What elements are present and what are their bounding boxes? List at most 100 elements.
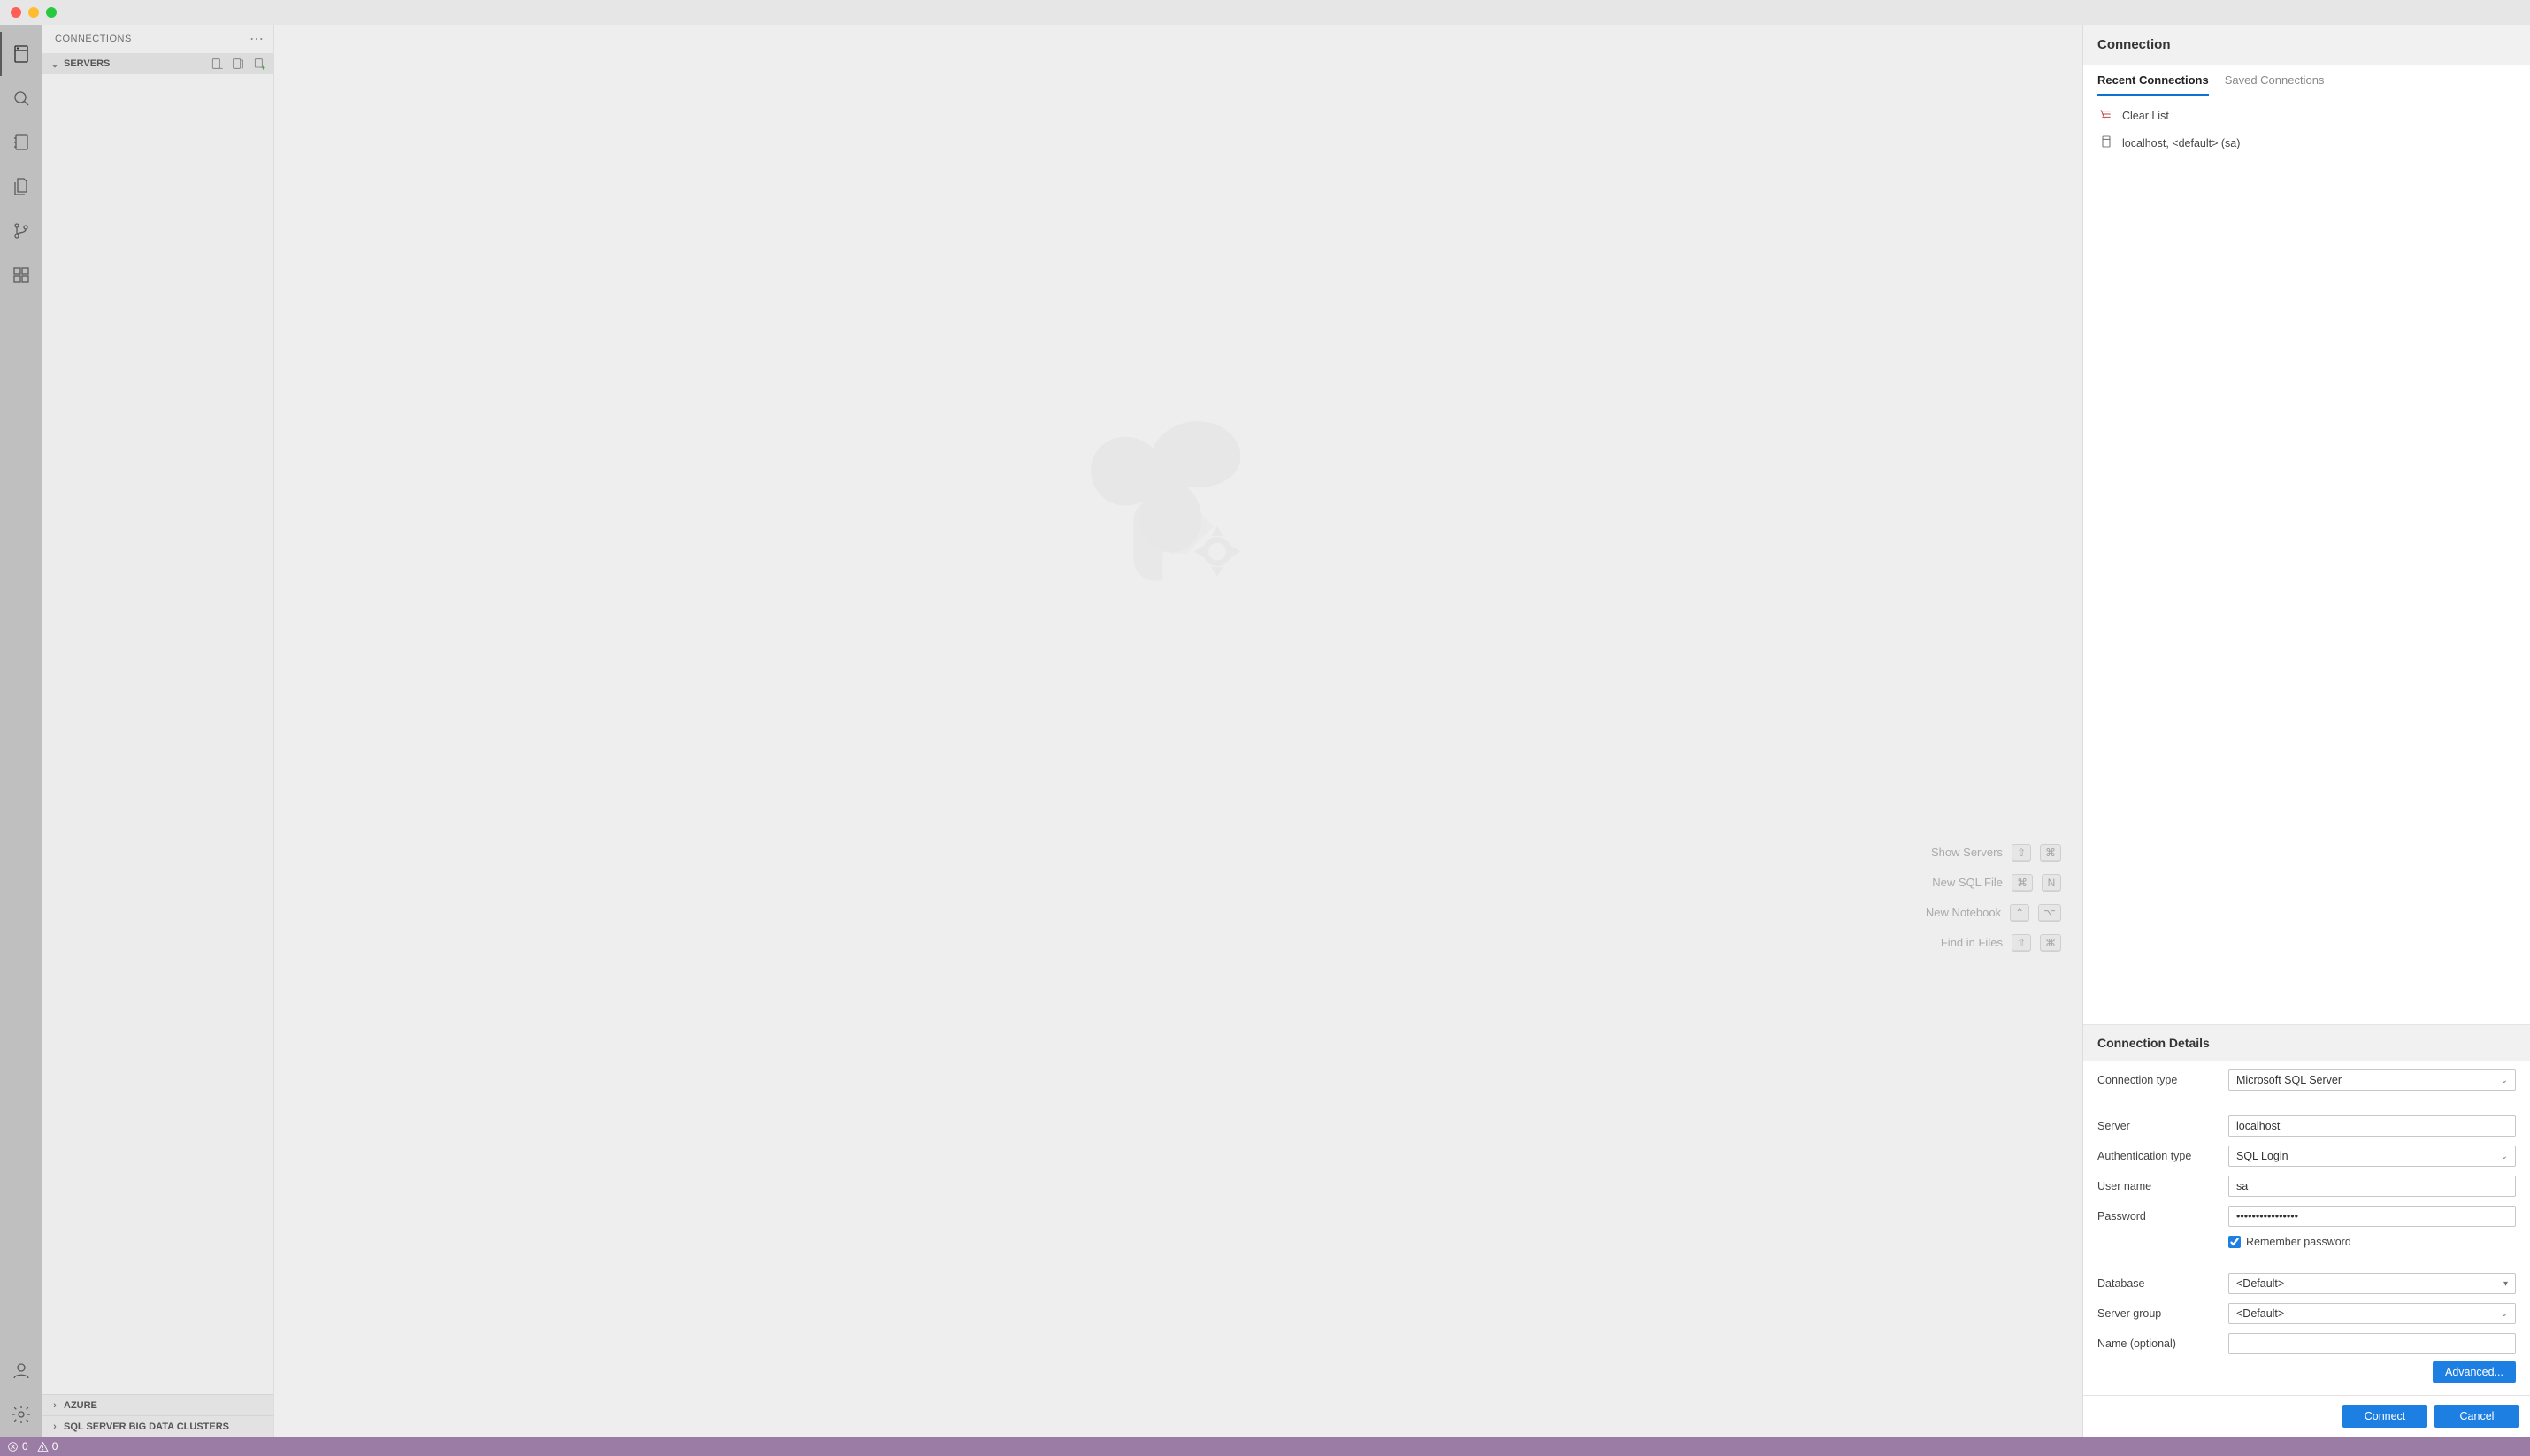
qa-new-sql[interactable]: New SQL File ⌘ N — [1932, 874, 2061, 892]
window-maximize[interactable] — [46, 7, 57, 18]
chevron-down-icon: ⌄ — [2501, 1309, 2508, 1319]
servers-tree — [42, 74, 273, 1394]
connection-details-title: Connection Details — [2083, 1024, 2530, 1061]
branch-icon — [11, 220, 32, 241]
caret-down-icon: ▾ — [2503, 1279, 2508, 1289]
key-ctrl: ⌃ — [2010, 904, 2029, 922]
activity-explorer[interactable] — [0, 165, 42, 209]
activity-source-control[interactable] — [0, 209, 42, 253]
watermark-logo — [1081, 405, 1276, 604]
select-value: SQL Login — [2236, 1150, 2288, 1162]
clear-list-label: Clear List — [2122, 110, 2169, 122]
qa-label: New Notebook — [1926, 906, 2001, 919]
chevron-down-icon: ⌄ — [2501, 1152, 2508, 1161]
section-label: SERVERS — [64, 58, 110, 69]
database-select[interactable]: <Default> ▾ — [2228, 1273, 2516, 1294]
sidebar-header: CONNECTIONS ⋯ — [42, 25, 273, 53]
error-icon — [7, 1441, 19, 1452]
username-input[interactable] — [2228, 1176, 2516, 1197]
titlebar — [0, 0, 2530, 25]
connection-type-select[interactable]: Microsoft SQL Server ⌄ — [2228, 1069, 2516, 1091]
status-errors[interactable]: 0 — [7, 1440, 28, 1452]
key-cmd: ⌘ — [2040, 934, 2061, 952]
quick-actions: Show Servers ⇧ ⌘ New SQL File ⌘ N New No… — [1926, 844, 2061, 952]
select-value: Microsoft SQL Server — [2236, 1074, 2342, 1086]
status-bar: 0 0 — [0, 1437, 2530, 1456]
sidebar-more-icon[interactable]: ⋯ — [249, 30, 264, 48]
connection-form: Connection type Microsoft SQL Server ⌄ S… — [2083, 1061, 2530, 1354]
label-connection-type: Connection type — [2097, 1074, 2220, 1086]
recent-connections-list: Clear List localhost, <default> (sa) — [2083, 96, 2530, 162]
activity-search[interactable] — [0, 76, 42, 120]
cancel-button[interactable]: Cancel — [2434, 1405, 2519, 1428]
server-icon — [2099, 134, 2113, 151]
chevron-right-icon: › — [50, 1422, 60, 1432]
qa-new-notebook[interactable]: New Notebook ⌃ ⌥ — [1926, 904, 2061, 922]
select-value: <Default> — [2236, 1277, 2284, 1290]
new-connection-plus-icon[interactable] — [252, 57, 266, 71]
qa-find-files[interactable]: Find in Files ⇧ ⌘ — [1941, 934, 2061, 952]
chevron-down-icon: ⌄ — [2501, 1076, 2508, 1085]
activity-accounts[interactable] — [0, 1348, 42, 1392]
connect-button[interactable]: Connect — [2342, 1405, 2427, 1428]
remember-password-label: Remember password — [2246, 1236, 2351, 1248]
name-input[interactable] — [2228, 1333, 2516, 1354]
chevron-down-icon: ⌄ — [50, 58, 60, 69]
extensions-icon — [11, 264, 32, 286]
window-close[interactable] — [11, 7, 21, 18]
label-password: Password — [2097, 1210, 2220, 1222]
connection-tabs: Recent Connections Saved Connections — [2083, 65, 2530, 96]
connection-title: Connection — [2083, 25, 2530, 65]
activity-settings[interactable] — [0, 1392, 42, 1437]
warning-icon — [37, 1441, 49, 1452]
recent-connection-label: localhost, <default> (sa) — [2122, 137, 2240, 149]
key-cmd: ⌘ — [2012, 874, 2033, 892]
section-label: AZURE — [64, 1400, 97, 1411]
account-icon — [11, 1360, 32, 1381]
key-n: N — [2042, 874, 2061, 892]
server-group-select[interactable]: <Default> ⌄ — [2228, 1303, 2516, 1324]
select-value: <Default> — [2236, 1307, 2284, 1320]
key-cmd: ⌘ — [2040, 844, 2061, 862]
clear-list-button[interactable]: Clear List — [2092, 102, 2521, 129]
key-shift: ⇧ — [2012, 934, 2031, 952]
advanced-button[interactable]: Advanced... — [2433, 1361, 2516, 1383]
label-server: Server — [2097, 1120, 2220, 1132]
server-icon — [11, 43, 32, 65]
new-connection-icon[interactable] — [210, 57, 224, 71]
section-servers[interactable]: ⌄ SERVERS — [42, 53, 273, 74]
sidebar: CONNECTIONS ⋯ ⌄ SERVERS › AZURE › — [42, 25, 274, 1437]
qa-show-servers[interactable]: Show Servers ⇧ ⌘ — [1931, 844, 2061, 862]
qa-label: New SQL File — [1932, 876, 2003, 889]
auth-type-select[interactable]: SQL Login ⌄ — [2228, 1146, 2516, 1167]
key-shift: ⇧ — [2012, 844, 2031, 862]
section-label: SQL SERVER BIG DATA CLUSTERS — [64, 1422, 229, 1432]
label-name-optional: Name (optional) — [2097, 1337, 2220, 1350]
activity-notebooks[interactable] — [0, 120, 42, 165]
password-input[interactable] — [2228, 1206, 2516, 1227]
key-opt: ⌥ — [2038, 904, 2061, 922]
activity-bar — [0, 25, 42, 1437]
remember-password-checkbox[interactable] — [2228, 1236, 2241, 1248]
label-server-group: Server group — [2097, 1307, 2220, 1320]
activity-extensions[interactable] — [0, 253, 42, 297]
section-bdc[interactable]: › SQL SERVER BIG DATA CLUSTERS — [42, 1415, 273, 1437]
connection-footer: Connect Cancel — [2083, 1395, 2530, 1437]
tab-recent-connections[interactable]: Recent Connections — [2097, 73, 2209, 96]
recent-connection-item[interactable]: localhost, <default> (sa) — [2092, 129, 2521, 157]
window-minimize[interactable] — [28, 7, 39, 18]
status-warnings[interactable]: 0 — [37, 1440, 58, 1452]
search-icon — [11, 88, 32, 109]
tab-saved-connections[interactable]: Saved Connections — [2225, 73, 2325, 96]
server-input[interactable] — [2228, 1115, 2516, 1137]
editor-area: Show Servers ⇧ ⌘ New SQL File ⌘ N New No… — [274, 25, 2082, 1437]
notebook-icon — [11, 132, 32, 153]
new-group-icon[interactable] — [231, 57, 245, 71]
clear-list-icon — [2099, 107, 2113, 124]
qa-label: Show Servers — [1931, 846, 2003, 859]
label-username: User name — [2097, 1180, 2220, 1192]
gear-icon — [11, 1404, 32, 1425]
section-azure[interactable]: › AZURE — [42, 1394, 273, 1415]
activity-connections[interactable] — [0, 32, 42, 76]
status-warnings-count: 0 — [52, 1440, 58, 1452]
